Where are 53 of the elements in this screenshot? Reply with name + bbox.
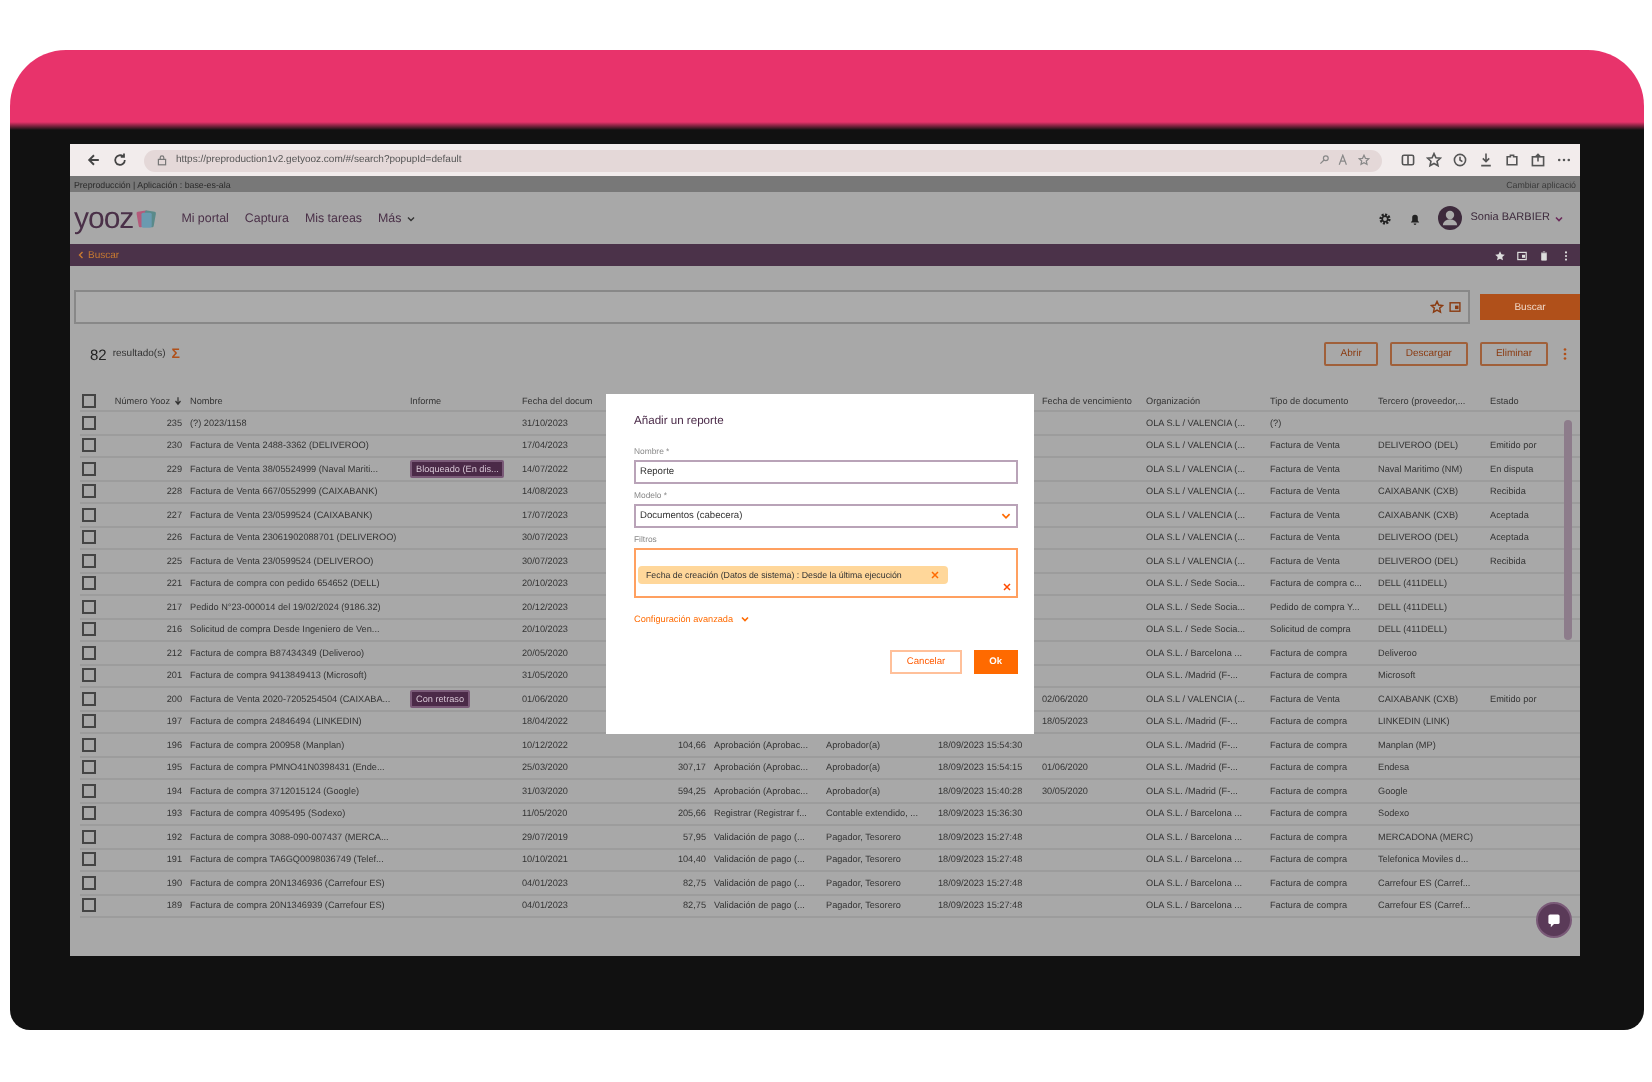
chat-icon [1546, 912, 1562, 928]
row-checkbox[interactable] [82, 691, 96, 706]
extensions-icon[interactable] [1504, 152, 1520, 168]
lock-icon [156, 154, 168, 166]
row-checkbox[interactable] [82, 829, 96, 844]
download-icon[interactable] [1478, 152, 1494, 168]
avatar-icon[interactable] [1438, 206, 1463, 230]
cards-icon [135, 207, 158, 229]
row-checkbox[interactable] [82, 622, 96, 637]
split-screen-icon[interactable] [1400, 152, 1416, 168]
history-icon[interactable] [1452, 152, 1468, 168]
row-checkbox[interactable] [82, 806, 96, 821]
row-checkbox[interactable] [82, 507, 96, 522]
star-icon[interactable] [1358, 154, 1370, 166]
row-checkbox[interactable] [82, 461, 96, 476]
chevron-icon [1554, 213, 1564, 223]
sort-arrow-icon[interactable] [174, 395, 182, 405]
read-aloud-icon[interactable] [1338, 154, 1350, 166]
chevron-icon [1000, 510, 1012, 522]
star-icon[interactable] [1494, 249, 1506, 261]
chat-button[interactable] [1536, 902, 1572, 938]
row-checkbox[interactable] [82, 898, 96, 913]
row-checkbox[interactable] [82, 415, 96, 430]
search-field[interactable] [74, 290, 1470, 324]
settings-icon[interactable] [1378, 211, 1393, 225]
star-icon[interactable] [1430, 300, 1444, 314]
row-checkbox[interactable] [82, 875, 96, 890]
logo[interactable]: yooz [74, 201, 134, 235]
row-checkbox[interactable] [82, 576, 96, 591]
trash-icon[interactable] [1538, 249, 1550, 261]
row-checkbox[interactable] [82, 599, 96, 614]
scrollbar-thumb[interactable] [1564, 420, 1572, 640]
key-icon[interactable] [1318, 154, 1330, 166]
clear-icon[interactable] [1002, 582, 1012, 592]
row-checkbox[interactable] [82, 760, 96, 775]
chevron-left-icon [76, 250, 86, 260]
reload-icon[interactable] [112, 152, 128, 168]
bell-icon[interactable] [1408, 211, 1423, 225]
row-checkbox[interactable] [82, 553, 96, 568]
back-icon[interactable] [86, 152, 102, 168]
row-checkbox[interactable] [82, 645, 96, 660]
row-checkbox[interactable] [82, 714, 96, 729]
chevron-icon [739, 614, 750, 624]
row-checkbox[interactable] [82, 668, 96, 683]
row-checkbox[interactable] [82, 438, 96, 453]
row-checkbox[interactable] [82, 737, 96, 752]
share-icon[interactable] [1530, 152, 1546, 168]
select-all-checkbox[interactable] [82, 393, 96, 407]
row-checkbox[interactable] [82, 852, 96, 867]
row-checkbox[interactable] [82, 783, 96, 798]
row-checkbox[interactable] [82, 530, 96, 545]
favorites-icon[interactable] [1426, 152, 1442, 168]
row-checkbox[interactable] [82, 484, 96, 499]
